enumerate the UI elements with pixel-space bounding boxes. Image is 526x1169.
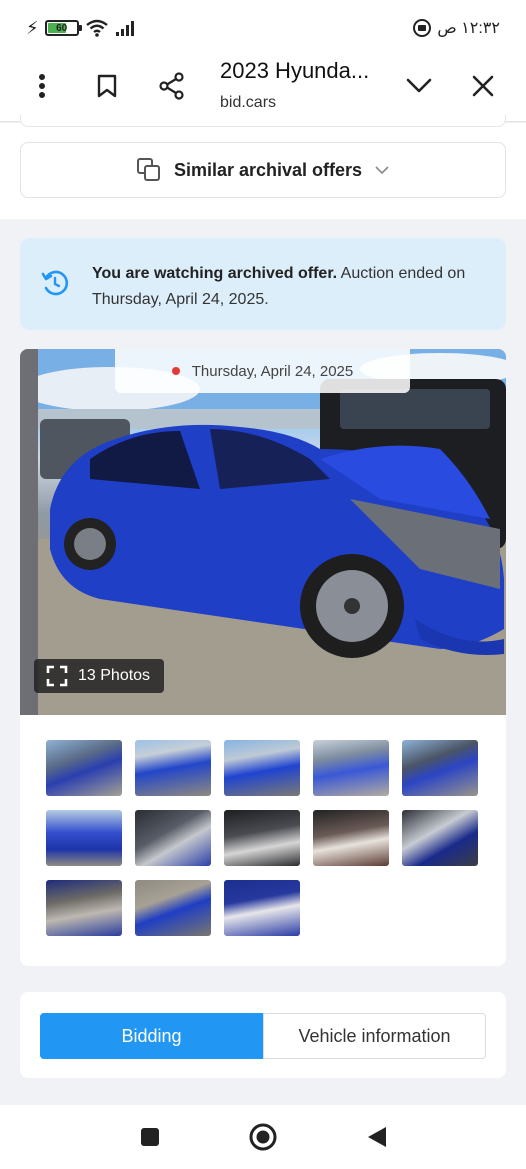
bookmark-button[interactable] xyxy=(89,68,125,104)
signal-icon xyxy=(115,21,134,36)
auction-date-pill: Thursday, April 24, 2025 xyxy=(115,349,410,393)
photo-gallery: Thursday, April 24, 2025 13 Photos xyxy=(20,349,506,966)
page-content: Similar archival offers You are watching… xyxy=(0,115,526,1105)
close-button[interactable] xyxy=(465,68,501,104)
similar-offers-button[interactable]: Similar archival offers xyxy=(20,142,506,198)
charging-icon: ⚡ xyxy=(26,18,39,38)
clock: ١٢:٣٢ ص xyxy=(437,20,500,37)
chevron-down-icon xyxy=(375,166,389,175)
thumbnail[interactable] xyxy=(135,810,211,866)
browser-toolbar: 2023 Hyunda... bid.cars xyxy=(0,58,526,122)
fullscreen-icon xyxy=(46,665,68,687)
more-menu-button[interactable] xyxy=(24,68,60,104)
thumbnail[interactable] xyxy=(46,880,122,936)
status-left: ⚡ 60 xyxy=(26,19,137,37)
tab-bidding[interactable]: Bidding xyxy=(40,1013,263,1059)
battery-percent: 60 xyxy=(56,22,68,34)
info-tabs: Bidding Vehicle information xyxy=(20,992,506,1078)
tab-vehicle-information[interactable]: Vehicle information xyxy=(263,1013,486,1059)
archived-notice-bold: You are watching archived offer. xyxy=(92,265,338,282)
status-dot xyxy=(171,367,180,375)
page-tab-title: 2023 Hyunda... xyxy=(220,58,370,83)
expand-button[interactable] xyxy=(401,68,437,104)
battery-icon: 60 xyxy=(44,20,82,36)
archived-notice: You are watching archived offer. Auction… xyxy=(20,238,506,330)
previous-card-edge xyxy=(20,115,506,127)
thumbnail[interactable] xyxy=(313,740,389,796)
page-url: bid.cars xyxy=(220,94,277,111)
share-button[interactable] xyxy=(154,68,190,104)
thumbnail[interactable] xyxy=(135,880,211,936)
back-button[interactable] xyxy=(366,1125,388,1149)
home-button[interactable] xyxy=(248,1122,278,1152)
thumbnail[interactable] xyxy=(402,810,478,866)
main-photo[interactable]: Thursday, April 24, 2025 13 Photos xyxy=(20,349,506,715)
system-nav-bar xyxy=(0,1105,526,1169)
bookmark-icon xyxy=(97,74,117,98)
photos-count-button[interactable]: 13 Photos xyxy=(34,659,165,693)
auction-date: Thursday, April 24, 2025 xyxy=(191,362,354,380)
archived-notice-text: You are watching archived offer. Auction… xyxy=(92,261,492,313)
thumbnail[interactable] xyxy=(402,740,478,796)
close-icon xyxy=(472,75,494,97)
status-bar: ⚡ 60 ١٢:٣٢ ص xyxy=(0,0,526,58)
more-vertical-icon xyxy=(39,74,45,98)
photos-count: 13 Photos xyxy=(78,667,151,684)
notification-app-icon xyxy=(413,19,432,37)
history-icon xyxy=(41,270,69,296)
chevron-down-icon xyxy=(406,78,432,93)
thumbnail[interactable] xyxy=(135,740,211,796)
thumbnail[interactable] xyxy=(46,810,122,866)
thumbnail[interactable] xyxy=(313,810,389,866)
status-right: ١٢:٣٢ ص xyxy=(413,18,500,38)
thumbnail[interactable] xyxy=(224,740,300,796)
recents-button[interactable] xyxy=(139,1126,161,1148)
thumbnail[interactable] xyxy=(46,740,122,796)
copy-icon xyxy=(136,158,160,181)
similar-offers-label: Similar archival offers xyxy=(173,159,363,180)
thumbnail[interactable] xyxy=(224,880,300,936)
thumbnail[interactable] xyxy=(224,810,300,866)
similar-section: Similar archival offers xyxy=(0,115,526,219)
wifi-icon xyxy=(85,19,108,37)
share-icon xyxy=(159,72,184,100)
